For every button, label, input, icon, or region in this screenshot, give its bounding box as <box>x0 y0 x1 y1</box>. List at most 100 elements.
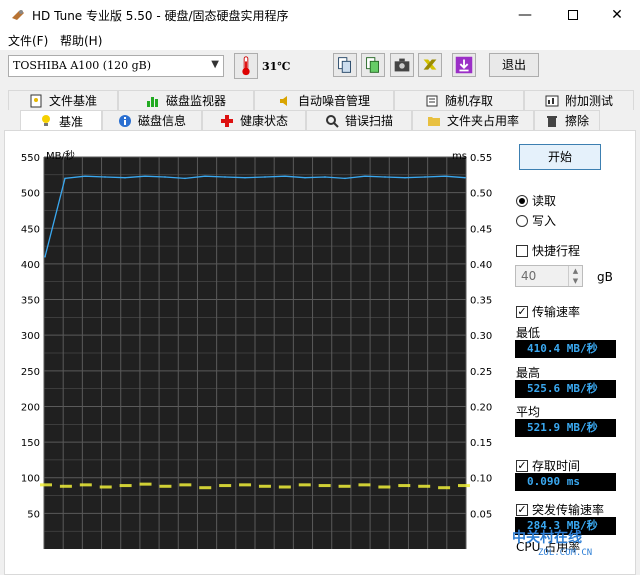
access-time-point <box>219 484 232 488</box>
random-access-icon <box>426 95 438 106</box>
write-label: 写入 <box>532 214 557 228</box>
drive-select-value: TOSHIBA A100 (120 gB) <box>13 59 151 72</box>
tab-disk-info[interactable]: 磁盘信息 <box>102 110 202 130</box>
start-button[interactable]: 开始 <box>519 144 601 170</box>
watermark-logo: 中关村在线 <box>512 530 582 546</box>
drive-select[interactable]: TOSHIBA A100 (120 gB) ▼ <box>8 55 224 77</box>
transfer-rate-point <box>404 176 406 179</box>
radio-dot <box>516 214 528 227</box>
quick-checkbox[interactable]: 快捷行程 <box>516 242 580 259</box>
transfer-rate-point <box>164 176 166 178</box>
options-button[interactable] <box>418 53 442 77</box>
minimize-icon: — <box>518 7 532 23</box>
watermark-url: ZOL.COM.CN <box>538 548 593 558</box>
tab-benchmark[interactable]: 基准 <box>20 110 102 131</box>
speaker-icon <box>279 95 287 106</box>
access-value: 0.090 ms <box>515 473 616 491</box>
access-time-point <box>40 483 52 487</box>
tab-file-benchmark[interactable]: 文件基准 <box>8 90 118 110</box>
access-time-point <box>318 484 331 488</box>
y2-tick-label: 0.15 <box>470 438 492 449</box>
tab-erase[interactable]: 擦除 <box>534 110 600 130</box>
access-time-point <box>239 483 252 487</box>
menu-file[interactable]: 文件(F) <box>8 32 48 49</box>
read-label: 读取 <box>532 194 557 208</box>
tab-label: 自动噪音管理 <box>297 94 370 108</box>
chart-svg: 550 0.55 500 0.50 450 0.45 400 0.40 350 0.35 300 0.… <box>21 149 492 549</box>
access-time-point <box>418 484 431 488</box>
tab-label: 磁盘监视器 <box>165 94 226 108</box>
menu-bar: 文件(F) 帮助(H) <box>0 30 640 50</box>
thermometer-icon <box>234 53 258 79</box>
read-radio[interactable]: 读取 <box>516 192 556 209</box>
access-time-point <box>258 484 271 488</box>
access-checkbox[interactable]: ✓ 存取时间 <box>516 457 580 474</box>
info-icon <box>118 114 131 127</box>
transfer-rate-point <box>324 176 326 178</box>
transfer-rate-point <box>444 175 446 178</box>
app-icon <box>12 10 24 20</box>
transfer-rate-point <box>44 255 46 258</box>
tab-row-bottom: 基准 磁盘信息 健康状态 错误扫描 文件夹占用率 擦除 <box>20 110 600 131</box>
transfer-rate-point <box>144 175 146 178</box>
tab-error-scan[interactable]: 错误扫描 <box>306 110 412 130</box>
y-tick-label: 100 <box>21 474 40 485</box>
menu-help[interactable]: 帮助(H) <box>60 32 102 49</box>
transfer-rate-point <box>104 176 106 178</box>
tab-label: 附加测试 <box>564 94 613 108</box>
copy-text-button[interactable] <box>361 53 385 77</box>
title-bar: HD Tune 专业版 5.50 - 硬盘/固态硬盘实用程序 — ✕ <box>0 0 640 30</box>
access-time-point <box>458 484 470 488</box>
avg-label: 平均 <box>516 405 541 419</box>
transfer-rate-point <box>84 175 86 178</box>
close-icon: ✕ <box>611 7 623 23</box>
tab-extra-tests[interactable]: 附加测试 <box>524 90 634 110</box>
close-button[interactable]: ✕ <box>594 0 640 30</box>
transfer-rate-point <box>384 176 386 178</box>
transfer-rate-point <box>124 176 126 179</box>
radio-dot <box>516 194 528 207</box>
tab-label: 随机存取 <box>444 94 493 108</box>
copy-info-button[interactable] <box>333 53 357 77</box>
transfer-rate-point <box>204 175 206 178</box>
minimize-button[interactable]: — <box>502 0 548 30</box>
access-label: 存取时间 <box>532 459 581 473</box>
screenshot-button[interactable] <box>390 53 414 77</box>
tab-label: 基准 <box>58 114 83 129</box>
y-tick-label: 400 <box>21 260 40 271</box>
y2-tick-label: 0.35 <box>470 296 492 307</box>
transfer-label: 传输速率 <box>532 305 581 319</box>
y2-tick-label: 0.50 <box>470 189 492 200</box>
tab-label: 错误扫描 <box>344 114 393 128</box>
y2-tick-label: 0.10 <box>470 474 492 485</box>
transfer-rate-point <box>184 177 186 180</box>
y-tick-label: 200 <box>21 402 40 413</box>
write-radio[interactable]: 写入 <box>516 212 556 229</box>
save-button[interactable] <box>452 53 476 77</box>
maximize-button[interactable] <box>550 0 596 30</box>
y-tick-label: 450 <box>21 224 40 235</box>
tab-disk-monitor[interactable]: 磁盘监视器 <box>118 90 254 110</box>
exit-button[interactable]: 退出 <box>489 53 539 77</box>
tab-health[interactable]: 健康状态 <box>202 110 306 130</box>
min-value: 410.4 MB/秒 <box>515 340 616 358</box>
toolbar: TOSHIBA A100 (120 gB) ▼ 31℃ 退出 <box>0 50 640 86</box>
access-time-point <box>378 485 391 489</box>
left-axis-label: MB/秒 <box>46 149 75 162</box>
tab-random-access[interactable]: 随机存取 <box>394 90 524 110</box>
tab-label: 文件基准 <box>48 94 97 108</box>
transfer-checkbox[interactable]: ✓ 传输速率 <box>516 303 580 320</box>
tab-folder-usage[interactable]: 文件夹占用率 <box>412 110 534 130</box>
access-time-point <box>199 486 212 490</box>
y-tick-label: 300 <box>21 331 40 342</box>
tab-label: 擦除 <box>564 114 589 128</box>
transfer-rate-point <box>64 177 66 180</box>
quick-stepper[interactable]: 40 ▲ ▼ <box>515 265 583 287</box>
tab-noise-management[interactable]: 自动噪音管理 <box>254 90 394 110</box>
y2-tick-label: 0.30 <box>470 331 492 342</box>
burst-checkbox[interactable]: ✓ 突发传输速率 <box>516 501 604 518</box>
access-time-point <box>99 485 112 489</box>
transfer-rate-point <box>304 176 306 179</box>
y2-tick-label: 0.20 <box>470 402 492 413</box>
extra-tests-icon <box>545 95 559 106</box>
